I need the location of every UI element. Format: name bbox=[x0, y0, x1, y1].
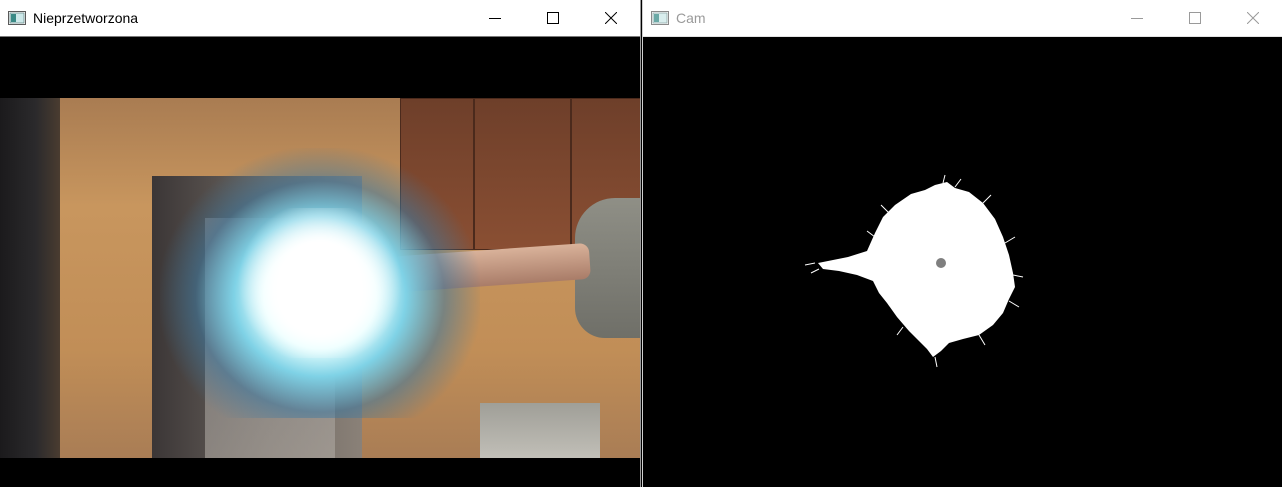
floor-items bbox=[480, 403, 600, 458]
window-title: Nieprzetworzona bbox=[33, 10, 139, 26]
hanging-clothes bbox=[0, 98, 60, 458]
window-cam[interactable]: Cam bbox=[642, 0, 1282, 487]
window-controls bbox=[466, 0, 640, 36]
close-button[interactable] bbox=[582, 0, 640, 36]
minimize-button[interactable] bbox=[466, 0, 524, 36]
image-view bbox=[0, 37, 640, 487]
close-button[interactable] bbox=[1224, 0, 1282, 36]
maximize-icon bbox=[1189, 12, 1201, 24]
window-controls bbox=[1108, 0, 1282, 36]
threshold-mask bbox=[643, 37, 1282, 487]
image-view bbox=[643, 37, 1282, 487]
minimize-icon bbox=[1131, 18, 1143, 19]
titlebar[interactable]: Nieprzetworzona bbox=[0, 0, 640, 37]
close-icon bbox=[1247, 12, 1259, 24]
window-title: Cam bbox=[676, 10, 706, 26]
opencv-window-icon bbox=[8, 11, 26, 25]
titlebar[interactable]: Cam bbox=[643, 0, 1282, 37]
window-nieprzetworzona[interactable]: Nieprzetworzona bbox=[0, 0, 641, 487]
opencv-window-icon bbox=[651, 11, 669, 25]
minimize-button[interactable] bbox=[1108, 0, 1166, 36]
kitchen-cabinet bbox=[474, 98, 571, 250]
maximize-button[interactable] bbox=[524, 0, 582, 36]
close-icon bbox=[605, 12, 617, 24]
centroid-dot bbox=[936, 258, 946, 268]
camera-frame-raw bbox=[0, 98, 640, 458]
maximize-button[interactable] bbox=[1166, 0, 1224, 36]
light-glare-core bbox=[230, 208, 410, 358]
maximize-icon bbox=[547, 12, 559, 24]
minimize-icon bbox=[489, 18, 501, 19]
